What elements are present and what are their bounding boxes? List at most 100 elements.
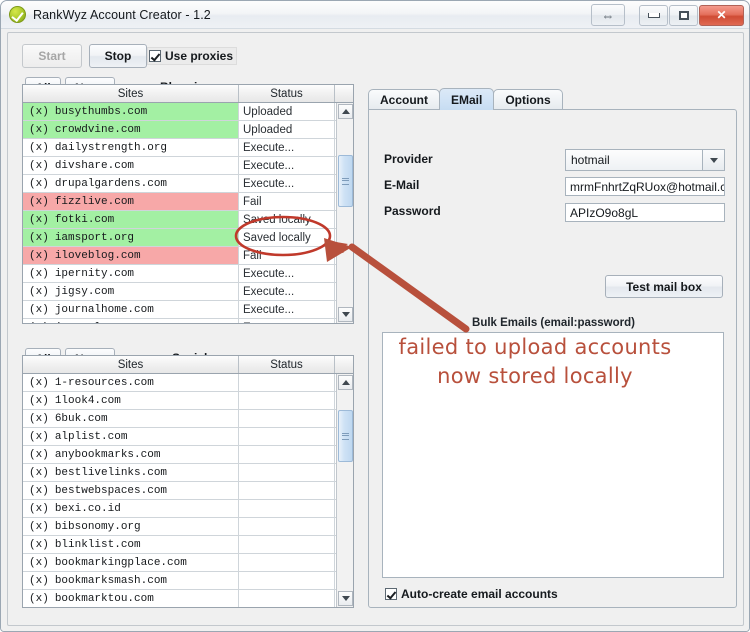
social-sites-table[interactable]: Sites Status (x) 1-resources.com (x) 1look4… [22,355,354,608]
table-row[interactable]: (x) 6buk.com [23,410,353,428]
scrollbar-thumb[interactable] [338,410,353,462]
scrollbar-thumb[interactable] [338,155,353,207]
checkbox-mark-icon[interactable]: (x) [29,431,49,443]
table-row[interactable]: (x) 1-resources.com [23,374,353,392]
checkbox-mark-icon[interactable]: (x) [29,214,49,226]
checkbox-mark-icon[interactable]: (x) [29,196,49,208]
blogging-sites-table[interactable]: Sites Status (x) busythumbs.com Uploaded (x… [22,84,354,324]
social-scrollbar[interactable] [336,374,353,607]
cell-site: (x) crowdvine.com [23,121,239,138]
checkbox-mark-icon[interactable]: (x) [29,521,49,533]
checkbox-mark-icon[interactable]: (x) [29,485,49,497]
cell-status [239,518,335,535]
minimize-icon [647,12,660,18]
table-row[interactable]: (x) ipernity.com Execute... [23,265,353,283]
table-row[interactable]: (x) dailystrength.org Execute... [23,139,353,157]
use-proxies-label: Use proxies [165,49,234,63]
checkbox-mark-icon[interactable]: (x) [29,575,49,587]
cell-status: Execute... [239,265,335,282]
site-name: iloveblog.com [54,249,141,262]
table-row[interactable]: (x) bibsonomy.org [23,518,353,536]
table-row[interactable]: (x) fizzlive.com Fail [23,193,353,211]
maximize-icon [678,10,689,20]
site-name: divshare.com [54,159,135,172]
table-row[interactable]: (x) blinklist.com [23,536,353,554]
table-row[interactable]: (x) journalspace.com Execute... [23,319,353,323]
table-row[interactable]: (x) divshare.com Execute... [23,157,353,175]
site-name: bexi.co.id [54,502,121,515]
checkbox-mark-icon[interactable]: (x) [29,304,49,316]
scroll-up-button[interactable] [338,375,353,390]
checkbox-mark-icon[interactable]: (x) [29,232,49,244]
checkbox-mark-icon[interactable]: (x) [29,286,49,298]
table-row[interactable]: (x) drupalgardens.com Execute... [23,175,353,193]
checkbox-mark-icon[interactable]: (x) [29,106,49,118]
table-row[interactable]: (x) bookmarksmash.com [23,572,353,590]
table-row[interactable]: (x) crowdvine.com Uploaded [23,121,353,139]
checkbox-mark-icon[interactable]: (x) [29,413,49,425]
table-row[interactable]: (x) jigsy.com Execute... [23,283,353,301]
table-body[interactable]: (x) busythumbs.com Uploaded (x) crowdvine.co… [23,103,353,323]
tab-account[interactable]: Account [368,89,440,110]
cell-status [239,500,335,517]
tab-email[interactable]: EMail [439,88,495,110]
scroll-down-button[interactable] [338,307,353,322]
table-row[interactable]: (x) 1look4.com [23,392,353,410]
checkbox-mark-icon[interactable]: (x) [29,503,49,515]
maximize-button[interactable] [669,4,698,26]
start-button[interactable]: Start [22,44,82,68]
minimize-button[interactable] [639,4,668,26]
checkbox-mark-icon[interactable]: (x) [29,377,49,389]
checkbox-mark-icon[interactable]: (x) [29,322,49,324]
chevron-down-icon [341,312,350,317]
close-button[interactable]: ✕ [699,4,744,26]
table-row[interactable]: (x) busythumbs.com Uploaded [23,103,353,121]
table-row[interactable]: (x) bexi.co.id [23,500,353,518]
auto-create-email-checkbox[interactable]: Auto-create email accounts [385,587,558,601]
use-proxies-checkbox[interactable]: Use proxies [147,47,238,65]
table-row[interactable]: (x) fotki.com Saved locally [23,211,353,229]
checkbox-mark-icon[interactable]: (x) [29,250,49,262]
checkbox-mark-icon[interactable]: (x) [29,449,49,461]
cell-site: (x) blinklist.com [23,536,239,553]
tab-options[interactable]: Options [493,89,563,110]
checkbox-mark-icon[interactable]: (x) [29,557,49,569]
site-name: bookmarkingplace.com [54,556,187,569]
checkbox-mark-icon[interactable]: (x) [29,178,49,190]
table-row[interactable]: (x) bookmarkingplace.com [23,554,353,572]
checkbox-mark-icon[interactable]: (x) [29,593,49,605]
table-row[interactable]: (x) journalhome.com Execute... [23,301,353,319]
checkbox-mark-icon[interactable]: (x) [29,124,49,136]
table-row[interactable]: (x) bestwebspaces.com [23,482,353,500]
provider-select[interactable]: hotmail [565,149,725,171]
checkbox-mark-icon[interactable]: (x) [29,395,49,407]
password-field[interactable]: APIzO9o8gL [565,203,725,222]
stop-button[interactable]: Stop [89,44,147,68]
cell-status: Uploaded [239,103,335,120]
site-name: 1look4.com [54,394,121,407]
checkbox-mark-icon[interactable]: (x) [29,268,49,280]
email-field[interactable]: mrmFnhrtZqRUox@hotmail.con [565,177,725,196]
checkbox-mark-icon[interactable]: (x) [29,539,49,551]
blogging-scrollbar[interactable] [336,103,353,323]
cell-status: Execute... [239,139,335,156]
scroll-up-button[interactable] [338,104,353,119]
test-mail-box-button[interactable]: Test mail box [605,275,723,298]
site-name: 6buk.com [54,412,108,425]
table-row[interactable]: (x) bestlivelinks.com [23,464,353,482]
table-row[interactable]: (x) iloveblog.com Fail [23,247,353,265]
checkbox-mark-icon[interactable]: (x) [29,160,49,172]
table-row[interactable]: (x) alplist.com [23,428,353,446]
cell-status [239,554,335,571]
checkbox-mark-icon[interactable]: (x) [29,142,49,154]
resize-button[interactable]: ⇔ [591,4,625,26]
table-row[interactable]: (x) iamsport.org Saved locally [23,229,353,247]
scroll-down-button[interactable] [338,591,353,606]
cell-site: (x) anybookmarks.com [23,446,239,463]
table-row[interactable]: (x) anybookmarks.com [23,446,353,464]
table-body[interactable]: (x) 1-resources.com (x) 1look4.com (x) 6buk.c… [23,374,353,607]
checkbox-mark-icon[interactable]: (x) [29,467,49,479]
chevron-down-icon[interactable] [702,150,724,170]
table-row[interactable]: (x) bookmarktou.com [23,590,353,607]
cell-site: (x) drupalgardens.com [23,175,239,192]
